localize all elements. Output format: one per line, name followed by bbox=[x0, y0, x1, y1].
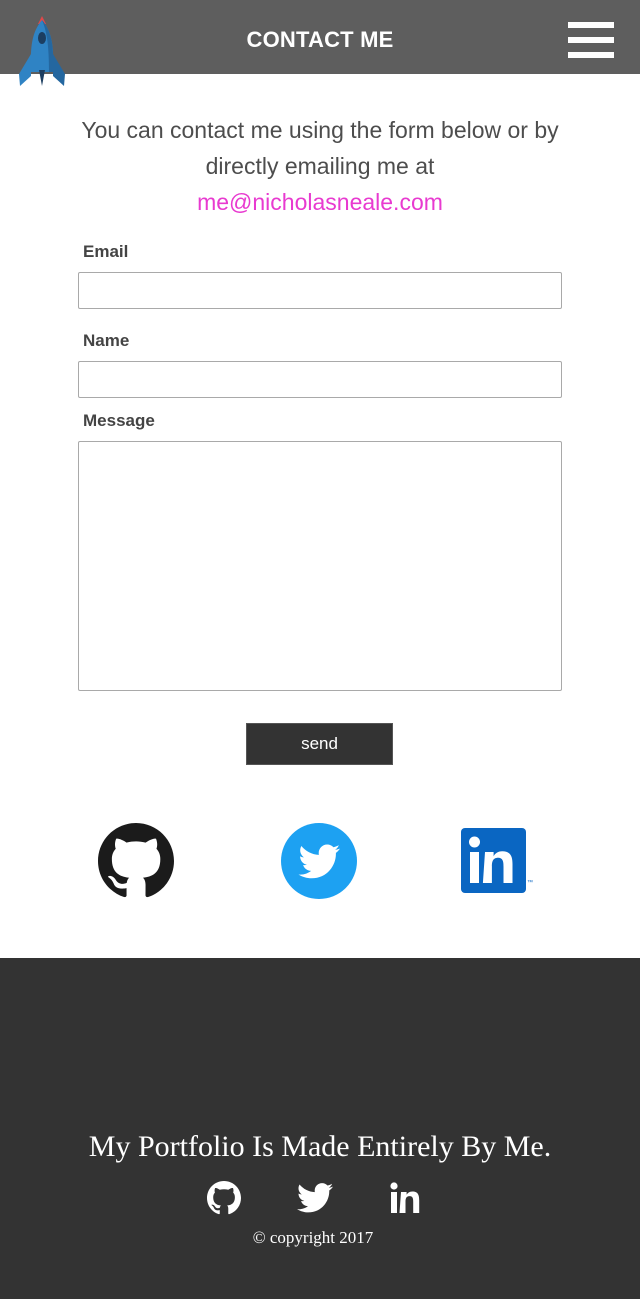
intro-message: You can contact me using the form below … bbox=[81, 117, 559, 179]
page-title: CONTACT ME bbox=[246, 27, 394, 52]
github-icon[interactable] bbox=[207, 1181, 241, 1215]
linkedin-icon[interactable] bbox=[390, 1182, 422, 1214]
message-field[interactable] bbox=[78, 441, 562, 691]
name-field[interactable] bbox=[78, 361, 562, 398]
footer: My Portfolio Is Made Entirely By Me. © c… bbox=[0, 958, 640, 1299]
name-label: Name bbox=[83, 331, 130, 350]
twitter-icon[interactable] bbox=[281, 823, 357, 899]
twitter-icon[interactable] bbox=[297, 1182, 333, 1214]
copyright-text: © copyright 2017 bbox=[252, 1228, 374, 1247]
svg-text:™: ™ bbox=[527, 879, 533, 886]
hamburger-menu-icon[interactable] bbox=[568, 22, 614, 58]
github-icon[interactable] bbox=[98, 823, 174, 899]
intro-text: You can contact me using the form below … bbox=[70, 112, 570, 220]
send-button[interactable]: send bbox=[246, 723, 393, 765]
message-label: Message bbox=[83, 411, 155, 430]
linkedin-icon[interactable]: ™ bbox=[460, 827, 536, 893]
email-link[interactable]: me@nicholasneale.com bbox=[70, 184, 570, 220]
email-label: Email bbox=[83, 242, 129, 261]
footer-tagline: My Portfolio Is Made Entirely By Me. bbox=[88, 1130, 552, 1163]
header-bar: CONTACT ME bbox=[0, 0, 640, 86]
email-field[interactable] bbox=[78, 272, 562, 309]
